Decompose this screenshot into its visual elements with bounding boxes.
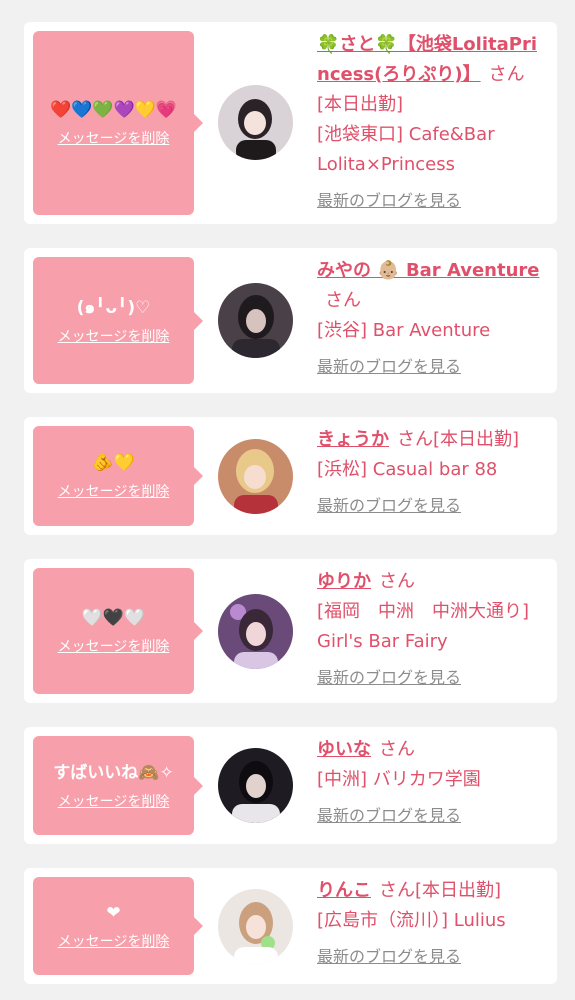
name-line: ゆいな さん [317,735,549,765]
san-label: さん [379,880,415,901]
shop-name: [広島市（流川）] Lulius [317,910,506,931]
shop-name: [福岡 中洲 中洲大通り] Girl's Bar Fairy [317,601,530,652]
avatar-photo-icon [218,889,293,964]
delete-message-link[interactable]: メッセージを削除 [58,481,170,501]
latest-blog-link[interactable]: 最新のブログを見る [317,805,461,827]
message-bubble: (๑╹ᴗ╹)♡ メッセージを削除 [33,257,203,384]
delete-message-link[interactable]: メッセージを削除 [58,326,170,346]
latest-blog-link[interactable]: 最新のブログを見る [317,946,461,968]
name-line: きょうか さん[本日出勤] [317,425,549,455]
message-text: (๑╹ᴗ╹)♡ [76,297,151,318]
girl-name-link[interactable]: ゆいな [317,739,371,760]
status-badge: [本日出勤] [433,429,520,450]
message-text: ❤︎ [106,903,121,923]
shop-name: [中洲] バリカワ学園 [317,769,481,790]
san-label: さん [379,739,415,760]
latest-blog-link[interactable]: 最新のブログを見る [317,190,461,212]
san-label: さん [488,64,525,85]
avatar-photo-icon [218,283,293,358]
message-bubble: ❤︎ メッセージを削除 [33,877,203,975]
name-line: みやの 👶🏼 Bar Aventure さん [317,256,549,316]
latest-blog-link[interactable]: 最新のブログを見る [317,356,461,378]
message-text: 🤍🖤🤍 [81,608,146,628]
message-card: ❤︎ メッセージを削除 りんこ さん[本日出勤] [広島市（流川）] Lulius… [24,868,557,984]
message-card: すばいいね🙈✧ メッセージを削除 ゆいな さん [中洲] バリカワ学園 最新のブロ… [24,727,557,844]
latest-blog-link[interactable]: 最新のブログを見る [317,495,461,517]
message-bubble: 🤍🖤🤍 メッセージを削除 [33,568,203,694]
avatar-photo-icon [218,594,293,669]
shop-name: [浜松] Casual bar 88 [317,459,498,480]
girl-name-link[interactable]: みやの 👶🏼 Bar Aventure [317,260,540,281]
avatar[interactable] [218,889,293,964]
name-line: ゆりか さん [317,567,549,597]
message-card: ❤️💙💚💜💛💗 メッセージを削除 🍀さと🍀【池袋LolitaPrincess(ろ… [24,22,557,224]
girl-info: みやの 👶🏼 Bar Aventureさん [渋谷] Bar Aventure … [317,256,549,382]
girl-info: 🍀さと🍀【池袋LolitaPrincess(ろりぷり)】 さん[本日出勤] [池袋… [317,30,549,216]
girl-name-link[interactable]: きょうか [317,429,389,450]
avatar-photo-icon [218,748,293,823]
shop-name: [池袋東口] Cafe&Bar Lolita×Princess [317,124,495,175]
message-bubble: 🫵💛 メッセージを削除 [33,426,203,526]
message-bubble: ❤️💙💚💜💛💗 メッセージを削除 [33,31,203,215]
message-card: (๑╹ᴗ╹)♡ メッセージを削除 みやの 👶🏼 Bar Aventure さん [… [24,248,557,393]
girl-info: ゆいな さん [中洲] バリカワ学園 最新のブログを見る [317,735,549,831]
status-badge: [本日出勤] [317,94,404,115]
avatar[interactable] [218,85,293,160]
san-label: さん [325,290,361,311]
avatar-photo-icon [218,85,293,160]
shop-name: [渋谷] Bar Aventure [317,320,491,341]
name-line: 🍀さと🍀【池袋LolitaPrincess(ろりぷり)】 さん[本日出勤] [317,30,549,120]
avatar-photo-icon [218,439,293,514]
latest-blog-link[interactable]: 最新のブログを見る [317,667,461,689]
delete-message-link[interactable]: メッセージを削除 [58,636,170,656]
girl-name-link[interactable]: りんこ [317,880,371,901]
girl-info: りんこ さん[本日出勤] [広島市（流川）] Lulius 最新のブログを見る [317,876,549,972]
delete-message-link[interactable]: メッセージを削除 [58,791,170,811]
san-label: さん [379,571,415,592]
girl-info: きょうか さん[本日出勤] [浜松] Casual bar 88 最新のブログを見… [317,425,549,521]
avatar[interactable] [218,439,293,514]
girl-name-link[interactable]: ゆりか [317,571,371,592]
message-bubble: すばいいね🙈✧ メッセージを削除 [33,736,203,835]
san-label: さん [397,429,433,450]
girl-info: ゆりか さん [福岡 中洲 中洲大通り] Girl's Bar Fairy 最新の… [317,567,549,693]
name-line: りんこ さん[本日出勤] [317,876,549,906]
avatar[interactable] [218,748,293,823]
avatar[interactable] [218,283,293,358]
message-text: ❤️💙💚💜💛💗 [49,100,177,120]
delete-message-link[interactable]: メッセージを削除 [58,931,170,951]
delete-message-link[interactable]: メッセージを削除 [58,128,170,148]
message-card: 🫵💛 メッセージを削除 きょうか さん[本日出勤] [浜松] Casual bar… [24,417,557,535]
message-card: 🤍🖤🤍 メッセージを削除 ゆりか さん [福岡 中洲 中洲大通り] Girl's … [24,559,557,703]
message-text: すばいいね🙈✧ [53,762,174,783]
message-text: 🫵💛 [92,453,135,473]
status-badge: [本日出勤] [415,880,502,901]
avatar[interactable] [218,594,293,669]
